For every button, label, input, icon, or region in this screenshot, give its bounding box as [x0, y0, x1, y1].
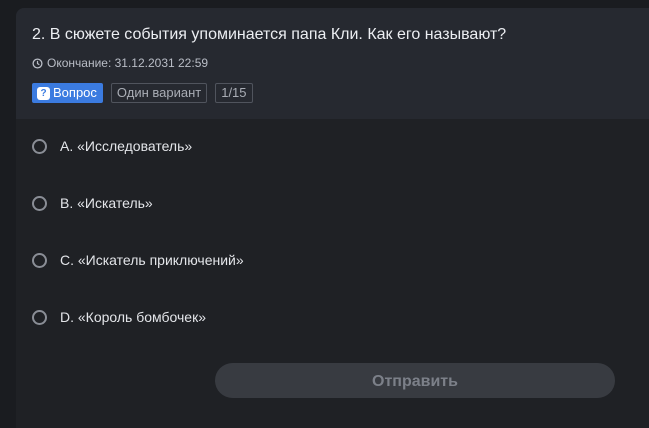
radio-button[interactable] [32, 138, 47, 154]
radio-button[interactable] [32, 309, 47, 325]
submit-button[interactable]: Отправить [215, 363, 615, 398]
option-label: D. «Король бомбочек» [60, 309, 206, 325]
option-label: C. «Искатель приключений» [60, 252, 244, 268]
option-a[interactable]: A. «Исследователь» [32, 135, 192, 157]
option-label: B. «Искатель» [60, 195, 153, 211]
option-label: A. «Исследователь» [60, 138, 193, 154]
tag-answer-mode: Один вариант [110, 83, 208, 103]
option-d[interactable]: D. «Король бомбочек» [32, 306, 206, 328]
question-mark-icon: ? [37, 86, 50, 100]
question-card: 2. В сюжете события упоминается папа Кли… [16, 8, 649, 428]
question-tags: ? Вопрос Один вариант 1/15 [32, 83, 253, 103]
tag-question-type: ? Вопрос [32, 83, 103, 103]
tag-question-type-label: Вопрос [53, 85, 97, 100]
option-b[interactable]: B. «Искатель» [32, 192, 153, 214]
question-text: 2. В сюжете события упоминается папа Кли… [32, 26, 507, 43]
radio-button[interactable] [32, 195, 47, 211]
deadline-text: Окончание: 31.12.2031 22:59 [47, 56, 209, 70]
radio-button[interactable] [32, 252, 47, 268]
clock-icon [32, 57, 43, 69]
tag-question-counter: 1/15 [215, 83, 253, 103]
question-header: 2. В сюжете события упоминается папа Кли… [16, 8, 649, 119]
option-c[interactable]: C. «Искатель приключений» [32, 249, 244, 271]
deadline: Окончание: 31.12.2031 22:59 [32, 56, 208, 70]
